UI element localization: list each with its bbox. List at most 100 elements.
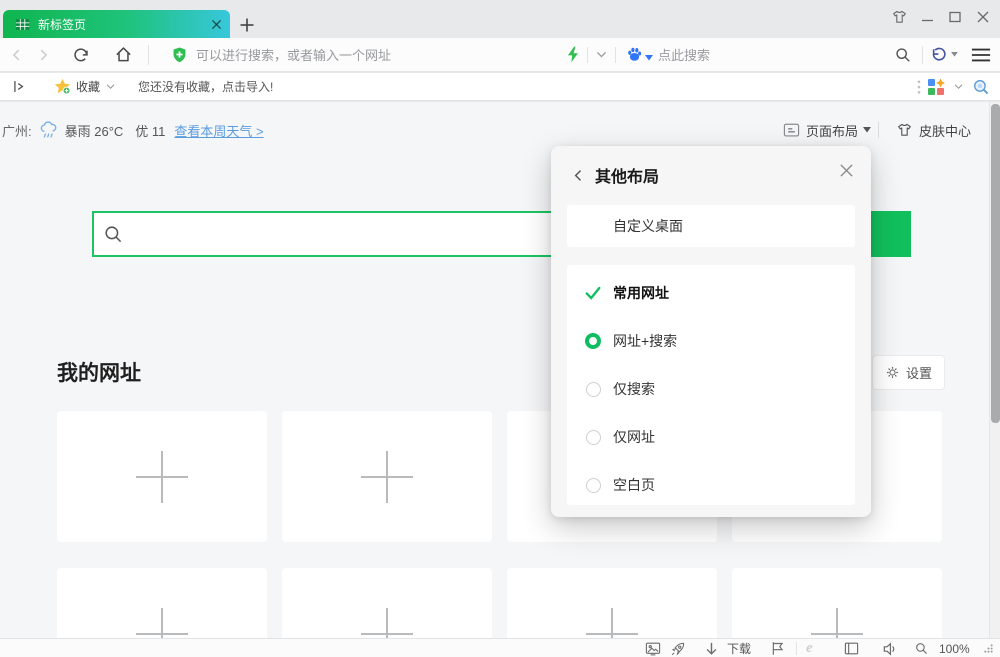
plus-icon — [133, 448, 191, 506]
back-icon[interactable] — [4, 42, 30, 68]
page-layout-label: 页面布局 — [806, 121, 858, 140]
apps-grid-icon[interactable] — [927, 78, 945, 96]
weather-widget: 广州: 暴雨 26°C 优 11 查看本周天气 > — [2, 118, 264, 142]
weather-condition-temp: 暴雨 26°C — [65, 121, 124, 140]
ie-mode-icon[interactable]: e — [806, 639, 813, 657]
favorites-label: 收藏 — [76, 78, 100, 95]
plus-icon — [583, 605, 641, 639]
screenshot-magnifier-icon[interactable] — [972, 78, 990, 96]
new-tab-page: 广州: 暴雨 26°C 优 11 查看本周天气 > 页面布局 皮肤中心 我的网址 — [0, 102, 1000, 638]
back-chevron-icon[interactable] — [567, 164, 589, 186]
reader-mode-icon[interactable] — [844, 639, 859, 657]
extensions-chevron-down-icon[interactable] — [595, 48, 608, 61]
add-site-card[interactable] — [57, 568, 267, 638]
download-label[interactable]: 下载 — [727, 639, 751, 657]
speaker-icon[interactable] — [882, 639, 898, 657]
layout-option-sites-plus-search[interactable]: 网址+搜索 — [567, 317, 855, 365]
site-safety-shield-icon[interactable] — [171, 46, 188, 64]
layout-option-search-only[interactable]: 仅搜索 — [567, 365, 855, 413]
skin-center-button[interactable]: 皮肤中心 — [896, 118, 971, 142]
home-icon[interactable] — [110, 42, 136, 68]
refresh-icon[interactable] — [68, 42, 94, 68]
popup-header: 其他布局 — [551, 146, 871, 204]
add-site-card[interactable] — [282, 411, 492, 542]
speed-bolt-icon[interactable] — [565, 46, 580, 63]
toolbar-separator — [922, 46, 923, 64]
maximize-icon[interactable] — [946, 8, 964, 26]
page-layout-button[interactable]: 页面布局 — [783, 118, 871, 142]
layout-option-label: 仅网址 — [613, 427, 655, 447]
download-arrow-icon[interactable] — [705, 639, 718, 657]
radio-icon — [584, 380, 602, 398]
popup-close-icon[interactable] — [835, 159, 857, 181]
weather-city-label: 广州: — [2, 121, 32, 140]
undo-icon — [929, 46, 947, 64]
sidebar-toggle-icon[interactable] — [6, 74, 32, 100]
layout-caret-icon — [863, 127, 871, 133]
plus-icon — [808, 605, 866, 639]
page-scrollbar[interactable] — [989, 102, 1000, 638]
favorites-button[interactable]: 收藏 — [54, 78, 116, 95]
layout-option-label: 网址+搜索 — [613, 331, 677, 351]
layout-option-label: 仅搜索 — [613, 379, 655, 399]
browser-window: 新标签页 — [0, 0, 1000, 657]
close-window-icon[interactable] — [974, 8, 992, 26]
wallpaper-image-icon[interactable] — [645, 639, 661, 657]
zoom-level[interactable]: 100% — [939, 639, 970, 657]
radio-selected-icon — [584, 332, 602, 350]
add-site-card[interactable] — [507, 568, 717, 638]
gear-icon — [885, 365, 900, 380]
baidu-quick-search[interactable]: 点此搜索 — [626, 45, 710, 64]
bookmarks-bar: 收藏 您还没有收藏，点击导入! — [0, 73, 1000, 101]
settings-label: 设置 — [906, 363, 932, 382]
tab-close-icon[interactable] — [211, 19, 222, 30]
undo-caret-icon — [951, 52, 958, 57]
more-dots-icon[interactable] — [917, 80, 921, 94]
favorites-empty-hint[interactable]: 您还没有收藏，点击导入! — [138, 78, 273, 95]
add-site-card[interactable] — [282, 568, 492, 638]
favorites-star-icon — [54, 78, 71, 95]
header-separator — [878, 122, 879, 138]
toolbar-separator — [587, 47, 588, 63]
popup-title: 其他布局 — [595, 163, 659, 187]
forward-icon[interactable] — [30, 42, 56, 68]
skin-center-label: 皮肤中心 — [919, 121, 971, 140]
zoom-search-icon[interactable] — [915, 639, 928, 657]
tab-favicon-grid-icon — [15, 17, 30, 32]
plus-icon — [358, 605, 416, 639]
layout-option-sites-only[interactable]: 仅网址 — [567, 413, 855, 461]
find-search-icon[interactable] — [890, 42, 916, 68]
minimize-icon[interactable] — [918, 8, 936, 26]
search-icon — [104, 225, 123, 244]
weather-forecast-link[interactable]: 查看本周天气 > — [174, 121, 263, 140]
url-input[interactable]: 可以进行搜索，或者输入一个网址 — [196, 45, 565, 64]
tab-strip: 新标签页 — [0, 0, 1000, 38]
layout-option-label: 空白页 — [613, 475, 655, 495]
custom-desktop-option[interactable]: 自定义桌面 — [567, 205, 855, 247]
resize-grip-icon[interactable] — [984, 639, 993, 657]
plus-icon — [133, 605, 191, 639]
skin-shirt-icon[interactable] — [890, 8, 908, 26]
add-site-card[interactable] — [57, 411, 267, 542]
settings-button[interactable]: 设置 — [872, 355, 945, 390]
layout-option-label: 常用网址 — [613, 283, 669, 303]
add-site-card[interactable] — [732, 568, 942, 638]
my-sites-title: 我的网址 — [57, 357, 141, 387]
tab-title: 新标签页 — [38, 16, 211, 33]
new-tab-plus-icon[interactable] — [236, 14, 258, 36]
radio-icon — [584, 476, 602, 494]
menu-hamburger-icon[interactable] — [968, 42, 994, 68]
boost-rocket-icon[interactable] — [670, 639, 686, 657]
custom-desktop-label: 自定义桌面 — [613, 216, 683, 236]
undo-closed-tab-button[interactable] — [929, 46, 958, 64]
toolbar-separator — [615, 47, 616, 63]
tab-new-tab-page[interactable]: 新标签页 — [3, 10, 230, 38]
scrollbar-thumb[interactable] — [991, 104, 1000, 423]
radio-icon — [584, 428, 602, 446]
status-bar: 下载 e 100% — [0, 638, 1000, 657]
layout-option-blank-page[interactable]: 空白页 — [567, 461, 855, 509]
layout-option-common-sites[interactable]: 常用网址 — [567, 269, 855, 317]
flag-report-icon[interactable] — [770, 639, 785, 657]
other-layouts-popup: 其他布局 自定义桌面 常用网址 网址+搜索 — [551, 146, 871, 517]
apps-chevron-down-icon[interactable] — [953, 81, 964, 92]
